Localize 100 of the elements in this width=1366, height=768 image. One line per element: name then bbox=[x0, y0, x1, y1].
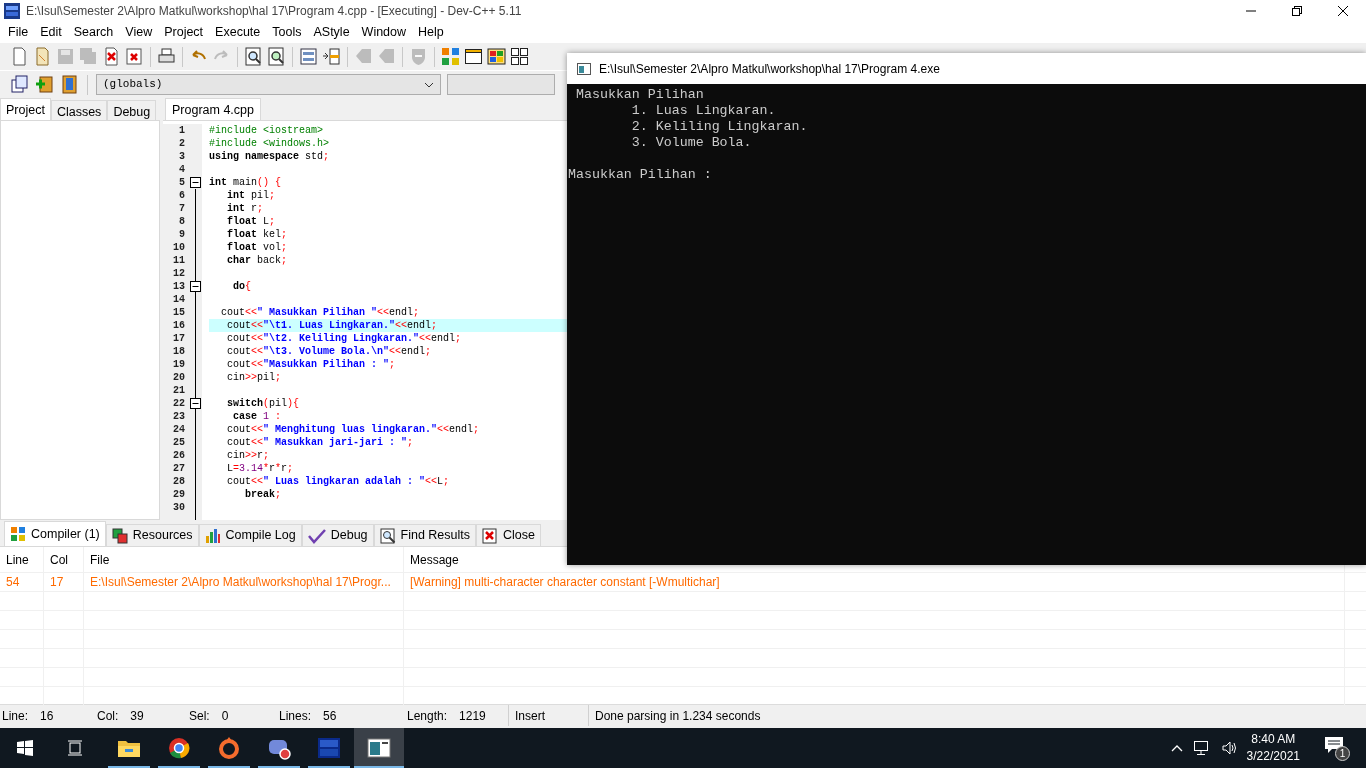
close-file-icon bbox=[482, 527, 499, 544]
status-label: Line: bbox=[2, 707, 29, 725]
panel-tab[interactable]: Close bbox=[476, 524, 541, 546]
stacked-squares-icon bbox=[111, 527, 128, 544]
panel-tab[interactable]: Compiler (1) bbox=[4, 521, 106, 546]
clock-time[interactable]: 8:40 AM bbox=[1246, 731, 1300, 748]
app-logo-icon bbox=[4, 3, 20, 19]
line-number: 5 bbox=[178, 176, 186, 189]
menu-item[interactable]: Project bbox=[158, 22, 210, 42]
fold-toggle-icon[interactable] bbox=[190, 177, 201, 188]
line-number: 11 bbox=[172, 254, 186, 267]
code-line: float kel; bbox=[226, 228, 288, 241]
line-number: 16 bbox=[172, 319, 186, 332]
goto-line-icon[interactable] bbox=[322, 47, 341, 66]
console-output: Masukkan Pilihan : bbox=[568, 167, 712, 183]
menu-item[interactable]: AStyle bbox=[307, 22, 356, 42]
code-line: cin>>r; bbox=[226, 449, 270, 462]
page-icon[interactable] bbox=[33, 47, 52, 66]
console-app-icon[interactable] bbox=[367, 736, 391, 760]
dev-logo-icon[interactable] bbox=[317, 736, 341, 760]
volume-icon[interactable] bbox=[1220, 740, 1237, 756]
find-icon[interactable] bbox=[244, 47, 263, 66]
line-number: 26 bbox=[172, 449, 186, 462]
line-number: 7 bbox=[178, 202, 186, 215]
line-number: 4 bbox=[178, 163, 186, 176]
console-output: 1. Luas Lingkaran. bbox=[630, 103, 776, 119]
panel-tab[interactable]: Compile Log bbox=[198, 524, 302, 546]
status-label: Col: bbox=[97, 707, 119, 725]
task-view-icon[interactable] bbox=[67, 740, 83, 756]
menu-item[interactable]: Search bbox=[67, 22, 120, 42]
line-number: 18 bbox=[172, 345, 186, 358]
column-header: File bbox=[90, 551, 110, 569]
replace-icon[interactable] bbox=[267, 47, 286, 66]
fold-toggle-icon[interactable] bbox=[190, 281, 201, 292]
clock-date[interactable]: 3/22/2021 bbox=[1246, 748, 1300, 765]
print-icon[interactable] bbox=[157, 47, 176, 66]
menu-item[interactable]: Window bbox=[355, 22, 413, 42]
code-line: cout<<"Masukkan Pilihan : "; bbox=[226, 358, 396, 371]
menu-item[interactable]: View bbox=[119, 22, 159, 42]
start-icon[interactable] bbox=[17, 740, 33, 756]
line-number: 6 bbox=[178, 189, 186, 202]
code-line: do{ bbox=[232, 280, 252, 293]
panel-tab[interactable]: Project bbox=[0, 98, 51, 120]
code-line: char back; bbox=[226, 254, 288, 267]
code-line: float vol; bbox=[226, 241, 288, 254]
maximize-icon[interactable] bbox=[1292, 6, 1302, 16]
status-label: Sel: bbox=[189, 707, 210, 725]
code-line: cout<<" Menghitung luas lingkaran."<<endl; bbox=[226, 423, 480, 436]
book-icon[interactable] bbox=[60, 75, 79, 94]
chevron-up-icon[interactable] bbox=[1170, 744, 1183, 752]
line-number: 29 bbox=[172, 488, 186, 501]
status-value: Done parsing in 1.234 seconds bbox=[595, 707, 761, 725]
panel-tab[interactable]: Find Results bbox=[373, 524, 477, 546]
line-number: 17 bbox=[172, 332, 186, 345]
panel-tab[interactable]: Debug bbox=[107, 100, 157, 120]
menu-item[interactable]: Tools bbox=[266, 22, 308, 42]
column-header: Col bbox=[50, 551, 68, 569]
new-file-icon[interactable] bbox=[10, 47, 29, 66]
colored-grid-icon[interactable] bbox=[441, 47, 460, 66]
list-icon[interactable] bbox=[299, 47, 318, 66]
console-output: Masukkan Pilihan bbox=[574, 87, 704, 103]
colored-tiles-icon[interactable] bbox=[487, 47, 506, 66]
line-number: 14 bbox=[172, 293, 186, 306]
file-tab[interactable]: Program 4.cpp bbox=[165, 98, 261, 120]
find-icon bbox=[379, 527, 396, 544]
line-number: 10 bbox=[172, 241, 186, 254]
menu-item[interactable]: Help bbox=[412, 22, 450, 42]
panel-tab[interactable]: Resources bbox=[105, 524, 199, 546]
code-line: #include <iostream> bbox=[209, 124, 324, 137]
window-list-icon[interactable] bbox=[10, 75, 29, 94]
panel-tab[interactable]: Classes bbox=[50, 100, 108, 120]
code-line: #include <windows.h> bbox=[209, 137, 330, 150]
menu-item[interactable]: File bbox=[2, 22, 35, 42]
scope-dropdown[interactable]: (globals) bbox=[96, 74, 441, 95]
notification-badge: 1 bbox=[1335, 746, 1350, 761]
status-value: 56 bbox=[323, 707, 337, 725]
panel-tab[interactable]: Debug bbox=[301, 524, 374, 546]
grid-icon[interactable] bbox=[510, 47, 529, 66]
colored-circle-icon[interactable] bbox=[167, 736, 191, 760]
line-number: 22 bbox=[172, 397, 186, 410]
line-number: 25 bbox=[172, 436, 186, 449]
close-icon[interactable] bbox=[1338, 6, 1348, 16]
close-all-icon[interactable] bbox=[125, 47, 144, 66]
fold-toggle-icon[interactable] bbox=[190, 398, 201, 409]
code-line: cout<<" Masukkan Pilihan "<<endl; bbox=[220, 306, 420, 319]
status-value: 0 bbox=[221, 707, 229, 725]
checkmark-icon bbox=[307, 527, 326, 544]
ring-icon[interactable] bbox=[217, 736, 241, 760]
close-file-icon[interactable] bbox=[102, 47, 121, 66]
menu-item[interactable]: Edit bbox=[34, 22, 68, 42]
window-title: E:\Isul\Semester 2\Alpro Matkul\workshop\hal 17\Program 4.exe bbox=[599, 60, 940, 78]
network-icon[interactable] bbox=[1192, 740, 1211, 756]
add-file-icon[interactable] bbox=[35, 75, 54, 94]
window-icon[interactable] bbox=[464, 47, 483, 66]
column-header: Line bbox=[6, 551, 29, 569]
menu-item[interactable]: Execute bbox=[209, 22, 267, 42]
status-value: 39 bbox=[130, 707, 144, 725]
status-label: Length: bbox=[407, 707, 448, 725]
code-line: cout<<"\t3. Volume Bola.\n"<<endl; bbox=[226, 345, 432, 358]
status-label: Lines: bbox=[279, 707, 312, 725]
